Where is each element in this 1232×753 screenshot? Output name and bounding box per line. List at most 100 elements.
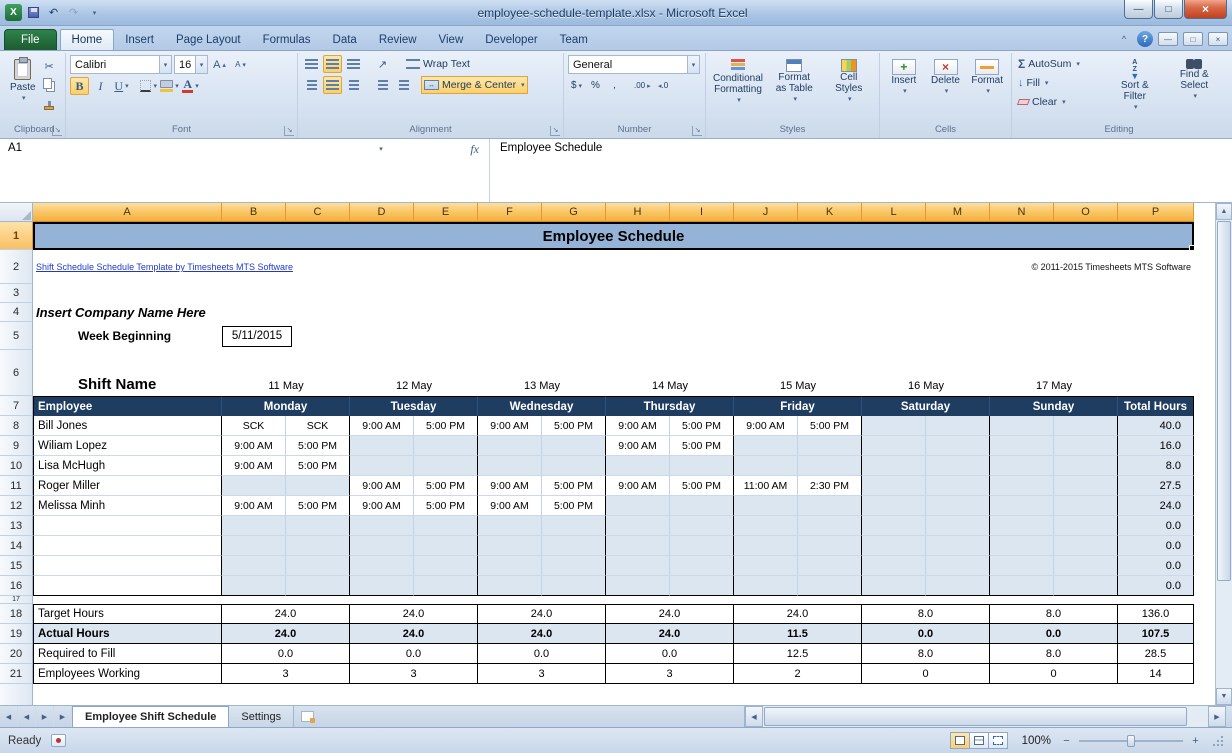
date-13-may[interactable]: 13 May xyxy=(478,350,606,396)
summary-value-cell[interactable]: 0.0 xyxy=(606,644,734,664)
shift-time-cell[interactable]: SCK xyxy=(286,416,350,436)
align-right-button[interactable] xyxy=(344,76,363,94)
shift-time-cell[interactable] xyxy=(734,556,798,576)
summary-value-cell[interactable]: 8.0 xyxy=(990,604,1118,624)
font-dialog-launcher[interactable]: ↘ xyxy=(284,126,294,136)
day-header-friday[interactable]: Friday xyxy=(734,396,862,416)
excel-app-icon[interactable]: X xyxy=(5,4,22,21)
tab-data[interactable]: Data xyxy=(322,30,368,50)
summary-value-cell[interactable]: 24.0 xyxy=(478,604,606,624)
shift-time-cell[interactable]: 9:00 AM xyxy=(606,476,670,496)
summary-value-cell[interactable]: 2 xyxy=(734,664,862,684)
shift-time-cell[interactable] xyxy=(222,476,286,496)
shift-time-cell[interactable] xyxy=(222,576,286,596)
shift-time-cell[interactable] xyxy=(798,496,862,516)
shift-time-cell[interactable] xyxy=(286,516,350,536)
resize-grip[interactable] xyxy=(1211,734,1224,747)
row-header-17[interactable]: 17 xyxy=(0,596,33,604)
clear-button[interactable]: Clear▾ xyxy=(1016,93,1103,111)
shift-time-cell[interactable] xyxy=(542,436,606,456)
shift-time-cell[interactable] xyxy=(350,436,414,456)
scroll-up-button[interactable]: ▲ xyxy=(1216,203,1232,220)
column-header-j[interactable]: J xyxy=(734,203,798,222)
tab-view[interactable]: View xyxy=(428,30,475,50)
horizontal-scrollbar[interactable]: ◀ ▶ xyxy=(744,706,1226,727)
shift-time-cell[interactable] xyxy=(926,476,990,496)
save-button[interactable] xyxy=(25,4,42,21)
date-14-may[interactable]: 14 May xyxy=(606,350,734,396)
shift-time-cell[interactable] xyxy=(990,576,1054,596)
vertical-scrollbar[interactable]: ▲ ▼ xyxy=(1215,203,1232,705)
shift-time-cell[interactable] xyxy=(478,536,542,556)
decrease-indent-button[interactable] xyxy=(373,76,392,94)
shift-time-cell[interactable] xyxy=(606,496,670,516)
row-header-1[interactable]: 1 xyxy=(0,222,33,250)
workbook-minimize-button[interactable]: — xyxy=(1158,32,1178,46)
day-header-wednesday[interactable]: Wednesday xyxy=(478,396,606,416)
shift-time-cell[interactable] xyxy=(1054,456,1118,476)
minimize-button[interactable]: — xyxy=(1124,0,1153,19)
shift-time-cell[interactable] xyxy=(734,436,798,456)
merge-center-button[interactable]: ↔Merge & Center▾ xyxy=(421,76,528,94)
summary-value-cell[interactable]: 24.0 xyxy=(222,604,350,624)
summary-value-cell[interactable]: 8.0 xyxy=(990,644,1118,664)
shift-time-cell[interactable] xyxy=(414,576,478,596)
column-header-i[interactable]: I xyxy=(670,203,734,222)
shift-time-cell[interactable] xyxy=(222,536,286,556)
shift-time-cell[interactable] xyxy=(286,576,350,596)
qat-customize-button[interactable]: ▾ xyxy=(85,4,102,21)
shift-time-cell[interactable]: 5:00 PM xyxy=(286,436,350,456)
tab-team[interactable]: Team xyxy=(549,30,599,50)
zoom-in-button[interactable]: + xyxy=(1188,733,1203,748)
shift-time-cell[interactable] xyxy=(990,556,1054,576)
dropdown-arrow-icon[interactable]: ▾ xyxy=(159,56,171,73)
shift-time-cell[interactable] xyxy=(670,536,734,556)
summary-value-cell[interactable]: 24.0 xyxy=(606,624,734,644)
summary-value-cell[interactable]: 0.0 xyxy=(990,624,1118,644)
employee-name-cell[interactable] xyxy=(33,536,222,556)
record-macro-button[interactable] xyxy=(51,734,66,747)
total-hours-cell[interactable]: 0.0 xyxy=(1118,556,1194,576)
column-header-o[interactable]: O xyxy=(1054,203,1118,222)
conditional-formatting-button[interactable]: Conditional Formatting ▾ xyxy=(710,55,766,107)
align-left-button[interactable] xyxy=(302,76,321,94)
autosum-button[interactable]: ΣAutoSum▾ xyxy=(1016,55,1103,73)
summary-value-cell[interactable]: 3 xyxy=(606,664,734,684)
column-header-l[interactable]: L xyxy=(862,203,926,222)
underline-button[interactable]: U▾ xyxy=(112,77,131,95)
row-header-6[interactable]: 6 xyxy=(0,350,33,396)
summary-value-cell[interactable]: 8.0 xyxy=(862,644,990,664)
shift-time-cell[interactable] xyxy=(734,576,798,596)
summary-label-cell[interactable]: Employees Working xyxy=(33,664,222,684)
row-header-11[interactable]: 11 xyxy=(0,476,33,496)
shift-time-cell[interactable]: 9:00 AM xyxy=(606,436,670,456)
zoom-slider[interactable] xyxy=(1079,740,1183,742)
row-header-16[interactable]: 16 xyxy=(0,576,33,596)
align-middle-button[interactable] xyxy=(323,55,342,73)
week-beginning-input[interactable]: 5/11/2015 xyxy=(222,326,292,347)
shift-time-cell[interactable] xyxy=(734,536,798,556)
shift-time-cell[interactable]: 9:00 AM xyxy=(606,416,670,436)
column-header-b[interactable]: B xyxy=(222,203,286,222)
zoom-slider-thumb[interactable] xyxy=(1127,735,1135,747)
employee-name-cell[interactable]: Melissa Minh xyxy=(33,496,222,516)
shift-time-cell[interactable] xyxy=(350,456,414,476)
shift-time-cell[interactable]: 5:00 PM xyxy=(414,476,478,496)
shift-time-cell[interactable] xyxy=(990,476,1054,496)
row-header-20[interactable]: 20 xyxy=(0,644,33,664)
grow-font-button[interactable]: A▴ xyxy=(210,56,229,74)
employee-name-cell[interactable] xyxy=(33,516,222,536)
date-12-may[interactable]: 12 May xyxy=(350,350,478,396)
previous-sheet-button[interactable]: ◀ xyxy=(18,706,36,727)
shift-time-cell[interactable] xyxy=(734,516,798,536)
first-sheet-button[interactable]: ◀ xyxy=(0,706,18,727)
date-11-may[interactable]: 11 May xyxy=(222,350,350,396)
font-size-combo[interactable]: 16▾ xyxy=(174,55,208,74)
summary-value-cell[interactable]: 24.0 xyxy=(350,604,478,624)
shift-time-cell[interactable] xyxy=(414,456,478,476)
shift-time-cell[interactable] xyxy=(478,556,542,576)
shift-time-cell[interactable] xyxy=(926,416,990,436)
shift-time-cell[interactable] xyxy=(926,496,990,516)
shift-time-cell[interactable] xyxy=(414,516,478,536)
employee-column-header[interactable]: Employee xyxy=(33,396,222,416)
